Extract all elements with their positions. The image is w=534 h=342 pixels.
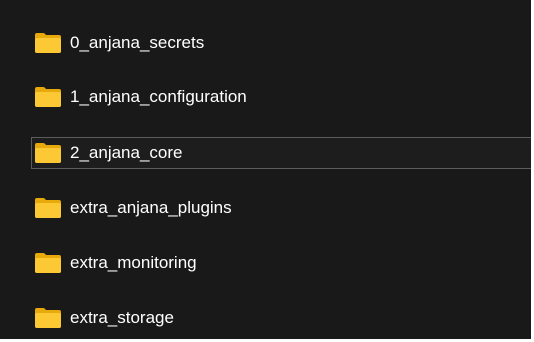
folder-name: extra_anjana_plugins xyxy=(70,198,232,217)
folder-icon xyxy=(35,143,61,163)
file-list: 0_anjana_secrets 1_anjana_configuration … xyxy=(0,0,531,339)
folder-icon xyxy=(35,308,61,328)
folder-row-2-anjana-core[interactable]: 2_anjana_core xyxy=(31,137,531,169)
folder-icon xyxy=(35,87,61,107)
folder-row-1-anjana-configuration[interactable]: 1_anjana_configuration xyxy=(31,81,531,113)
folder-row-extra-storage[interactable]: extra_storage xyxy=(31,302,531,334)
folder-name: 1_anjana_configuration xyxy=(70,87,247,106)
folder-name: extra_storage xyxy=(70,308,174,327)
folder-icon xyxy=(35,198,61,218)
folder-name: 2_anjana_core xyxy=(70,143,183,162)
folder-name: extra_monitoring xyxy=(70,253,197,272)
folder-row-extra-monitoring[interactable]: extra_monitoring xyxy=(31,247,531,279)
folder-row-extra-anjana-plugins[interactable]: extra_anjana_plugins xyxy=(31,192,531,224)
folder-name: 0_anjana_secrets xyxy=(70,33,205,52)
folder-icon xyxy=(35,33,61,53)
folder-row-0-anjana-secrets[interactable]: 0_anjana_secrets xyxy=(31,27,531,59)
folder-icon xyxy=(35,253,61,273)
